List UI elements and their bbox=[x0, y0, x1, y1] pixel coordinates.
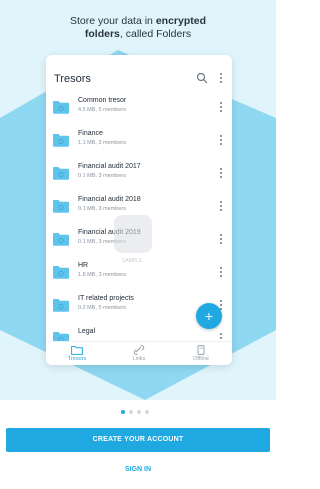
nav-offline[interactable]: Offline bbox=[170, 342, 232, 365]
list-item[interactable]: Financial audit 2017 0.1 MB, 3 members bbox=[46, 159, 232, 192]
hero-background: Store your data in encrypted folders, ca… bbox=[0, 0, 276, 400]
nav-label-tresors: Tresors bbox=[67, 356, 87, 362]
folder-icon bbox=[53, 101, 69, 114]
folder-icon bbox=[53, 266, 69, 279]
headline-text-1: Store your data in bbox=[70, 15, 156, 27]
folder-icon bbox=[53, 233, 69, 246]
pager-dot[interactable] bbox=[121, 410, 125, 414]
more-vert-icon[interactable] bbox=[218, 233, 224, 245]
item-name: Common tresor bbox=[78, 97, 127, 104]
item-name: HR bbox=[78, 262, 89, 269]
pager-dot[interactable] bbox=[129, 410, 133, 414]
more-vert-icon[interactable] bbox=[218, 72, 224, 84]
link-icon bbox=[133, 345, 145, 355]
headline-text-2: , called Folders bbox=[119, 28, 192, 40]
folder-icon bbox=[53, 167, 69, 180]
item-name: IT related projects bbox=[78, 295, 134, 302]
sign-in-link[interactable]: SIGN IN bbox=[0, 466, 276, 473]
item-meta: 1.1 MB, 3 members bbox=[78, 140, 126, 146]
headline-bold-2: folders bbox=[84, 28, 120, 40]
item-name: Finance bbox=[78, 130, 103, 137]
folder-icon bbox=[53, 332, 69, 341]
onboarding-headline: Store your data in encrypted folders, ca… bbox=[0, 15, 276, 41]
item-name: Financial audit 2018 bbox=[78, 196, 141, 203]
app-title: Tresors bbox=[54, 73, 91, 85]
item-meta: 0.1 MB, 3 members bbox=[78, 173, 126, 179]
pager-dots bbox=[121, 410, 161, 416]
item-meta: 0.2 MB, 5 members bbox=[78, 305, 126, 311]
more-vert-icon[interactable] bbox=[218, 101, 224, 113]
more-vert-icon[interactable] bbox=[218, 266, 224, 278]
item-name: Legal bbox=[78, 328, 96, 335]
folder-icon bbox=[53, 200, 69, 213]
app-preview-card: Tresors Common tresor 4.5 MB, 5 members Fi… bbox=[46, 55, 232, 365]
more-vert-icon[interactable] bbox=[218, 167, 224, 179]
item-meta: 4.5 MB, 5 members bbox=[78, 107, 126, 113]
nav-label-links: Links bbox=[132, 356, 146, 362]
pager-dot[interactable] bbox=[137, 410, 141, 414]
list-item[interactable]: Common tresor 4.5 MB, 5 members bbox=[46, 93, 232, 126]
bottom-navigation: Tresors Links Offline bbox=[46, 341, 232, 365]
more-vert-icon[interactable] bbox=[218, 134, 224, 146]
nav-tresors[interactable]: Tresors bbox=[46, 342, 108, 365]
search-icon[interactable] bbox=[196, 72, 208, 84]
add-tresor-button[interactable]: + bbox=[196, 303, 222, 329]
item-name: Financial audit 2017 bbox=[78, 163, 141, 170]
item-meta: 1.8 MB, 3 members bbox=[78, 272, 126, 278]
item-meta: 0.1 MB, 3 members bbox=[78, 206, 126, 212]
more-vert-icon[interactable] bbox=[218, 332, 224, 341]
more-vert-icon[interactable] bbox=[218, 200, 224, 212]
headline-bold-1: encrypted bbox=[155, 15, 206, 27]
folder-icon bbox=[53, 299, 69, 312]
folder-icon bbox=[53, 134, 69, 147]
offline-icon bbox=[197, 345, 205, 355]
folder-icon bbox=[71, 346, 83, 355]
pager-dot[interactable] bbox=[145, 410, 149, 414]
watermark-logo bbox=[114, 215, 152, 253]
nav-label-offline: Offline bbox=[193, 356, 209, 362]
create-account-button[interactable]: CREATE YOUR ACCOUNT bbox=[6, 428, 270, 452]
watermark-text: SAMPLE bbox=[122, 258, 143, 264]
nav-links[interactable]: Links bbox=[108, 342, 170, 365]
list-item[interactable]: Finance 1.1 MB, 3 members bbox=[46, 126, 232, 159]
